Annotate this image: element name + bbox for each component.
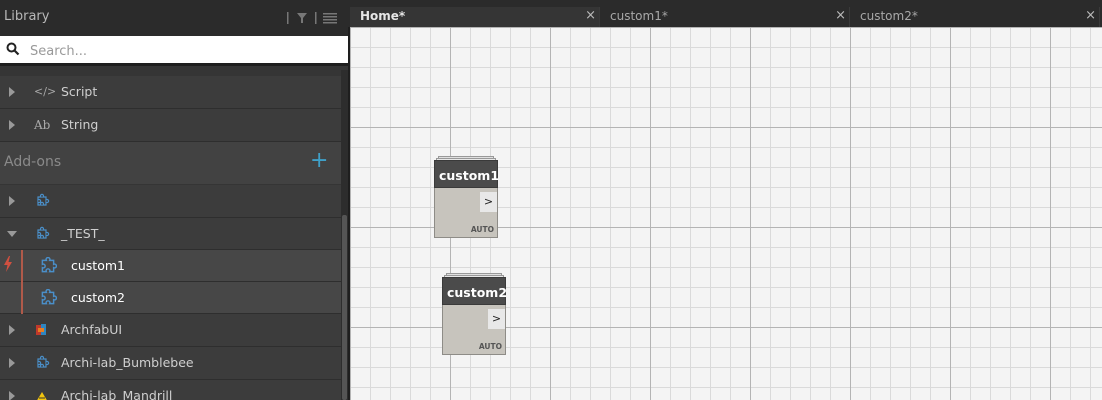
package-item-unnamed[interactable] xyxy=(0,185,341,218)
lightning-bolt-icon xyxy=(4,256,12,272)
tab-custom2[interactable]: custom2* × xyxy=(850,7,1100,27)
library-header: Library xyxy=(0,0,348,36)
layout-divider-icon xyxy=(315,12,317,24)
expand-arrow-icon[interactable] xyxy=(9,196,15,206)
node-label: custom1 xyxy=(71,257,125,273)
run-mode-label: AUTO xyxy=(478,342,502,351)
close-icon[interactable]: × xyxy=(1085,9,1096,23)
package-label: ArchfabUI xyxy=(61,322,123,337)
archfab-icon xyxy=(36,324,46,335)
output-port[interactable]: > xyxy=(480,192,497,212)
puzzle-icon xyxy=(37,355,50,368)
selection-indicator-bar xyxy=(21,250,23,314)
output-port[interactable]: > xyxy=(488,309,505,329)
code-tag-icon: </> xyxy=(34,85,57,98)
add-package-button[interactable]: + xyxy=(310,150,328,172)
node-header[interactable]: custom2 xyxy=(442,277,508,305)
tab-label: Home* xyxy=(360,9,406,23)
close-icon[interactable]: × xyxy=(835,9,846,23)
expand-arrow-icon[interactable] xyxy=(9,325,15,335)
puzzle-icon xyxy=(41,288,57,304)
node-title: custom1 xyxy=(439,168,500,183)
puzzle-icon xyxy=(37,193,50,206)
package-item-archfabui[interactable]: ArchfabUI xyxy=(0,314,341,347)
package-item-test[interactable]: _TEST_ xyxy=(0,218,341,250)
expand-arrow-icon[interactable] xyxy=(9,391,15,400)
library-category-string[interactable]: Ab String xyxy=(0,109,341,142)
run-mode-label: AUTO xyxy=(470,225,494,234)
package-item-archi-lab-bumblebee[interactable]: Archi-lab_Bumblebee xyxy=(0,347,341,380)
category-label: String xyxy=(61,117,99,132)
puzzle-icon xyxy=(37,226,50,239)
close-icon[interactable]: × xyxy=(585,9,596,23)
tab-custom1[interactable]: custom1* × xyxy=(600,7,850,27)
expand-arrow-icon[interactable] xyxy=(9,120,15,130)
search-icon xyxy=(6,42,20,56)
puzzle-icon xyxy=(41,256,57,272)
library-scrollbar-thumb[interactable] xyxy=(342,215,347,400)
node-header[interactable]: custom1 xyxy=(434,160,500,188)
library-category-script[interactable]: </> Script xyxy=(0,76,341,109)
collapse-arrow-icon[interactable] xyxy=(7,230,17,237)
search-box[interactable] xyxy=(0,36,348,66)
library-panel: Library </> Script Ab String Add-ons + xyxy=(0,0,348,400)
tab-home[interactable]: Home* × xyxy=(350,7,600,27)
expand-arrow-icon[interactable] xyxy=(9,358,15,368)
workspace-canvas[interactable]: custom1 > AUTO custom2 > AUTO xyxy=(350,27,1102,400)
addons-section-header: Add-ons + xyxy=(0,142,341,184)
layout-divider-icon xyxy=(287,12,289,24)
workspace-tab-bar: Home* × custom1* × custom2* × xyxy=(348,0,1102,27)
tab-label: custom2* xyxy=(860,9,918,23)
package-node-custom1[interactable]: custom1 xyxy=(0,250,341,282)
library-title: Library xyxy=(4,9,50,24)
package-item-archi-lab-mandrill[interactable]: Archi-lab_Mandrill xyxy=(0,380,341,400)
package-label: Archi-lab_Mandrill xyxy=(61,388,173,400)
package-node-custom2[interactable]: custom2 xyxy=(0,282,341,314)
node-title: custom2 xyxy=(447,285,508,300)
text-ab-icon: Ab xyxy=(34,118,51,132)
tab-label: custom1* xyxy=(610,9,668,23)
category-label: Script xyxy=(61,84,98,99)
node-custom1[interactable]: custom1 > AUTO xyxy=(434,156,500,238)
mandrill-icon xyxy=(37,392,47,400)
list-view-icon[interactable] xyxy=(323,12,337,24)
node-body[interactable]: > AUTO xyxy=(434,188,498,238)
node-label: custom2 xyxy=(71,289,125,305)
package-label: _TEST_ xyxy=(61,225,105,241)
node-body[interactable]: > AUTO xyxy=(442,305,506,355)
package-label: Archi-lab_Bumblebee xyxy=(61,355,194,370)
node-custom2[interactable]: custom2 > AUTO xyxy=(442,273,508,355)
addons-label: Add-ons xyxy=(4,154,62,170)
search-input[interactable] xyxy=(30,41,330,61)
filter-icon[interactable] xyxy=(296,12,308,24)
expand-arrow-icon[interactable] xyxy=(9,87,15,97)
